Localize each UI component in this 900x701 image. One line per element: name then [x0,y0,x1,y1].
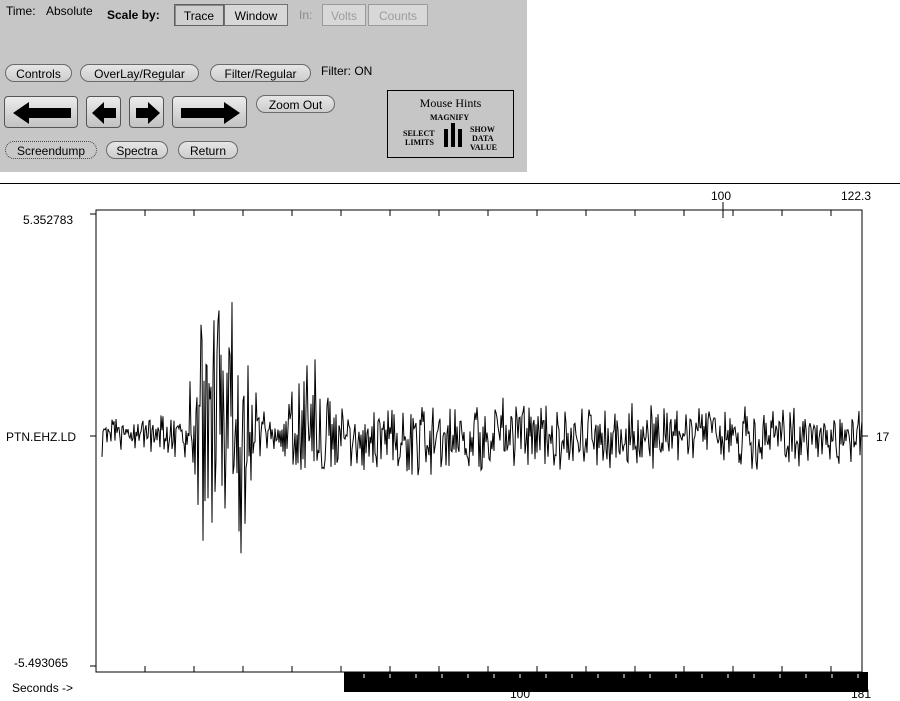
hint-left-1: SELECT [403,129,435,138]
hint-left-2: LIMITS [405,138,434,147]
scroll-right-far-button[interactable] [172,96,247,128]
arrow-left-icon [92,102,116,124]
hint-right-1: SHOW [470,125,495,134]
overlay-regular-button[interactable]: OverLay/Regular [80,64,199,82]
mouse-buttons-icon [444,123,462,147]
time-label: Time: [6,4,36,18]
arrow-right-icon [136,102,160,124]
plot-canvas[interactable] [0,184,900,701]
scroll-right-button[interactable] [129,96,164,128]
units-label: In: [299,8,313,22]
scroll-left-far-button[interactable] [4,96,78,128]
filter-status: Filter: ON [321,64,373,78]
controls-button[interactable]: Controls [5,64,72,82]
mouse-hints-box: Mouse Hints MAGNIFY SELECT LIMITS SHOW D… [387,90,514,158]
spectra-button[interactable]: Spectra [106,141,168,159]
time-range-bar [344,672,868,692]
filter-regular-button[interactable]: Filter/Regular [210,64,311,82]
bottom-axis-end-label: 181 [851,687,872,701]
scale-window-button[interactable]: Window [224,4,288,26]
units-counts-button[interactable]: Counts [368,4,428,26]
hint-right-3: VALUE [470,143,497,152]
hint-right-2: DATA [472,134,494,143]
scale-trace-button[interactable]: Trace [174,4,224,26]
zoom-out-button[interactable]: Zoom Out [256,95,335,113]
scroll-left-button[interactable] [86,96,121,128]
waveform-trace [101,302,863,554]
return-button[interactable]: Return [178,141,238,159]
arrow-left-large-icon [13,102,71,124]
units-volts-button[interactable]: Volts [322,4,366,26]
control-panel: Time: Absolute Scale by: Trace Window In… [0,0,527,172]
mouse-hints-title: Mouse Hints [419,96,482,110]
seismogram-plot[interactable]: 100 122.3 5.352783 PTN.EHZ.LD 17 -5.4930… [0,183,900,701]
arrow-right-large-icon [181,102,240,124]
bottom-axis-tick-label: 100 [510,687,531,701]
screendump-button[interactable]: Screendump [5,141,97,159]
hint-middle: MAGNIFY [430,113,470,122]
scale-by-label: Scale by: [107,8,160,22]
time-value[interactable]: Absolute [46,4,93,18]
